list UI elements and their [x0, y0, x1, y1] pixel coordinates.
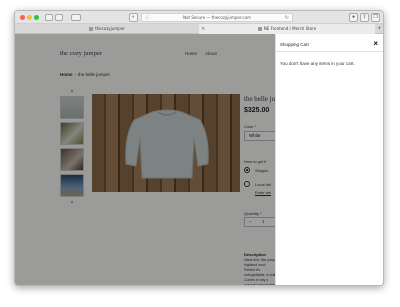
privacy-shield-icon[interactable]: ◐ [129, 13, 138, 22]
close-tab-icon[interactable]: × [201, 24, 205, 34]
cart-empty-message: You don't have any items in your cart. [280, 61, 355, 66]
reload-icon[interactable]: ↻ [285, 14, 289, 22]
forward-button[interactable] [55, 14, 63, 21]
minimize-window-button[interactable] [27, 15, 32, 20]
close-window-button[interactable] [20, 15, 25, 20]
cart-title: Shopping Cart [280, 42, 309, 47]
address-bar-text: Not Secure — thecozyjumper.com [183, 15, 251, 20]
new-tab-button[interactable]: + [377, 24, 381, 34]
favicon-icon [257, 27, 262, 31]
extension-icon[interactable]: ● [349, 13, 358, 22]
modal-overlay[interactable] [15, 34, 275, 285]
tab-title: NE Frontend / Merch Store [263, 26, 317, 31]
info-icon: ⓘ [145, 15, 149, 20]
back-button[interactable] [45, 14, 53, 21]
address-bar[interactable]: ⓘ Not Secure — thecozyjumper.com ↻ [141, 13, 293, 22]
browser-titlebar: ◐ ⓘ Not Secure — thecozyjumper.com ↻ ● ⇪… [15, 11, 383, 24]
tab-title: thecozyjumper [95, 26, 125, 31]
shopping-cart-drawer: Shopping Cart × You don't have any items… [275, 34, 383, 285]
browser-window: ◐ ⓘ Not Secure — thecozyjumper.com ↻ ● ⇪… [14, 10, 384, 286]
zoom-window-button[interactable] [34, 15, 39, 20]
tab-merch-store[interactable]: × NE Frontend / Merch Store [199, 24, 375, 34]
page-content: the cozy jumper Home About Home › the bell… [15, 34, 383, 285]
cart-divider [276, 51, 383, 52]
tab-thecozyjumper[interactable]: thecozyjumper [15, 24, 199, 34]
sidebar-toggle-icon[interactable] [71, 14, 81, 21]
share-icon[interactable]: ⇪ [360, 13, 369, 22]
tab-bar: thecozyjumper × NE Frontend / Merch Stor… [15, 24, 383, 34]
tabs-overview-icon[interactable]: ❐ [371, 13, 380, 22]
close-icon[interactable]: × [373, 39, 378, 48]
favicon-icon [89, 27, 94, 31]
